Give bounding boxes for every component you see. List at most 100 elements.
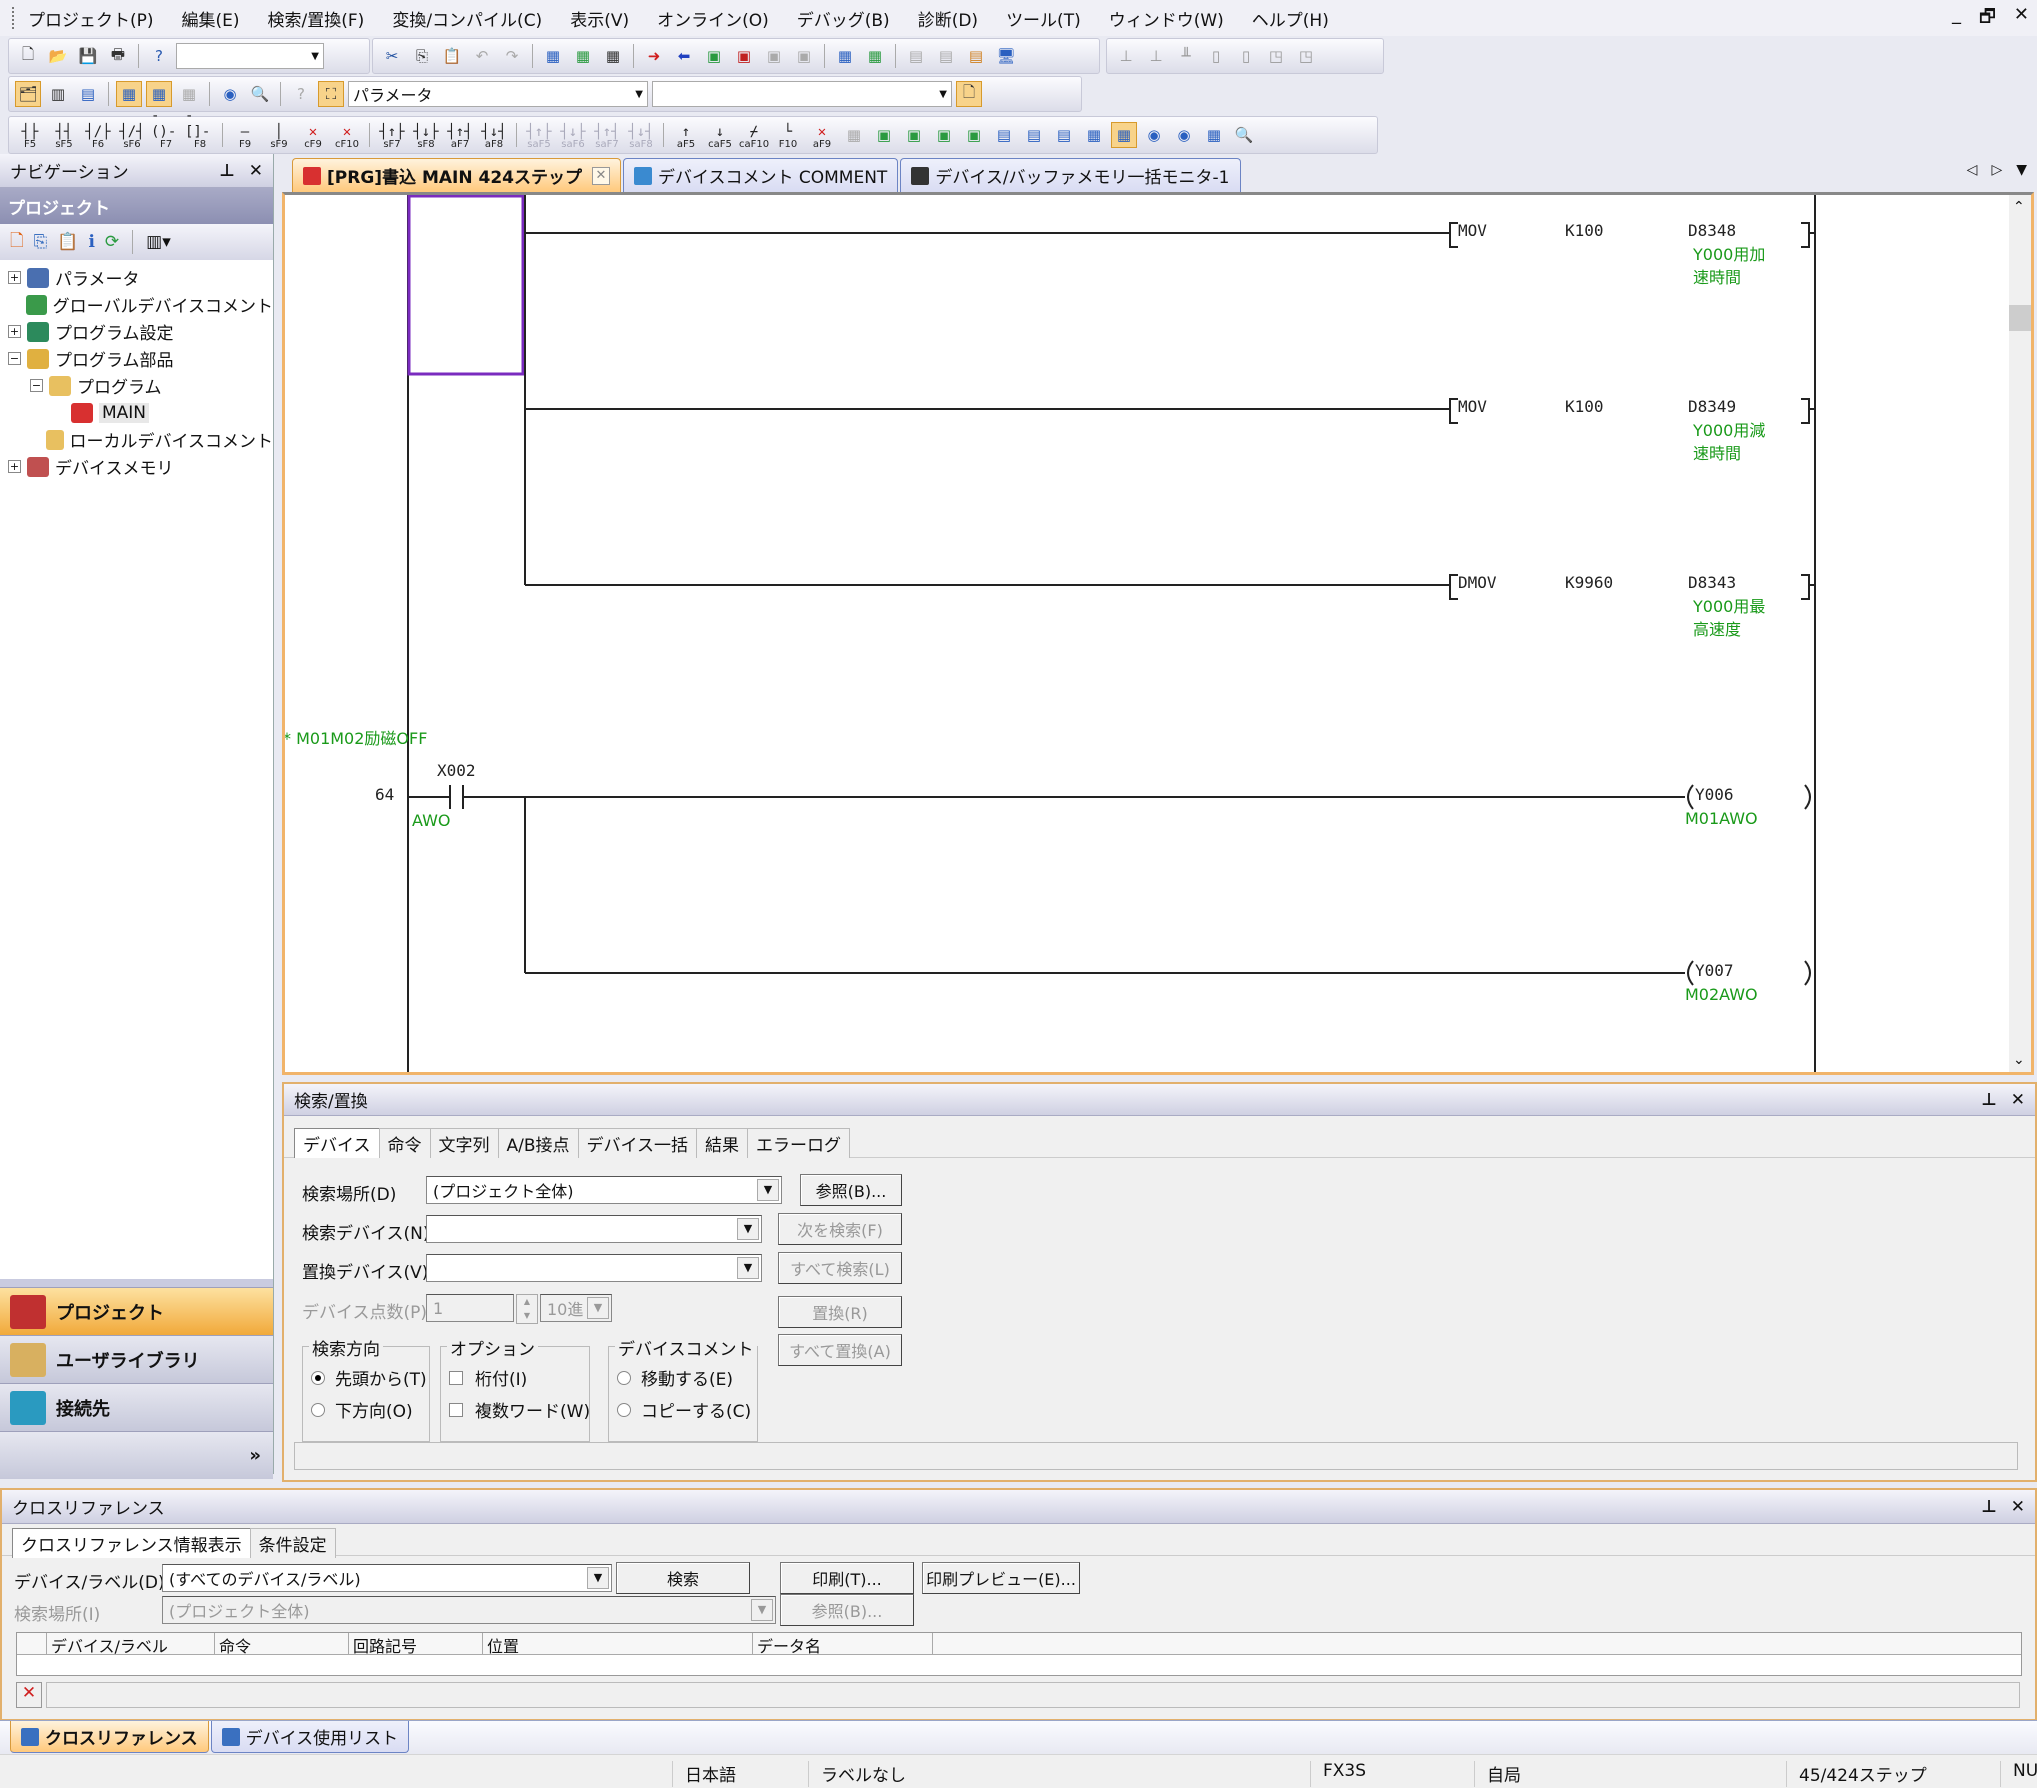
ladder-symbol-af7-button[interactable]: ┤↑┤ aF7 bbox=[445, 120, 475, 150]
write-to-plc-icon[interactable]: ➜ bbox=[641, 43, 667, 69]
ladder-tool-icon[interactable]: ▦ bbox=[1201, 122, 1227, 148]
save-icon[interactable]: 💾 bbox=[75, 43, 101, 69]
ladder-tool-icon[interactable]: ▣ bbox=[871, 122, 897, 148]
find-next-button[interactable]: 次を検索(F) bbox=[778, 1213, 902, 1245]
print-icon[interactable]: 🖶 bbox=[105, 43, 131, 69]
navigation-icon[interactable]: 🗂 bbox=[15, 81, 41, 107]
tree-item[interactable]: + デバイスメモリ bbox=[8, 453, 273, 480]
view-option-icon[interactable]: ▥▾ bbox=[146, 232, 171, 252]
ladder-symbol-cf9-button[interactable]: ✕ cF9 bbox=[298, 120, 328, 150]
paste-icon[interactable]: 📋 bbox=[439, 43, 465, 69]
cut-icon[interactable]: ✂ bbox=[379, 43, 405, 69]
expand-icon[interactable]: + bbox=[8, 271, 21, 284]
count-input[interactable]: 1 bbox=[426, 1294, 514, 1322]
ladder-symbol-sf7-button[interactable]: ┤↑├ sF7 bbox=[377, 120, 407, 150]
direction-down-radio[interactable]: 下方向(O) bbox=[311, 1397, 413, 1422]
tree-item[interactable]: − プログラム bbox=[8, 372, 273, 399]
close-icon[interactable]: ✕ bbox=[2011, 1497, 2025, 1517]
column-header[interactable]: 位置 bbox=[483, 1633, 753, 1656]
tree-item[interactable]: + パラメータ bbox=[8, 264, 273, 291]
xref-location-combo[interactable]: (プロジェクト全体) ▼ bbox=[162, 1596, 776, 1624]
collapse-icon[interactable]: − bbox=[8, 352, 21, 365]
collapse-icon[interactable]: − bbox=[30, 379, 43, 392]
ladder-tool-icon[interactable]: ▤ bbox=[1021, 122, 1047, 148]
menu-convert[interactable]: 変換/コンパイル(C) bbox=[392, 6, 542, 31]
search-tab[interactable]: エラーログ bbox=[747, 1128, 851, 1158]
replace-button[interactable]: 置換(R) bbox=[778, 1296, 902, 1328]
search-tab[interactable]: デバイス一括 bbox=[577, 1128, 698, 1158]
xref-device-combo[interactable]: (すべてのデバイス/ラベル) ▼ bbox=[162, 1564, 612, 1592]
digit-checkbox[interactable]: 桁付(I) bbox=[449, 1365, 527, 1390]
replace-all-button[interactable]: すべて置換(A) bbox=[778, 1334, 902, 1366]
comment-move-radio[interactable]: 移動する(E) bbox=[617, 1365, 733, 1390]
print-preview-button[interactable]: 印刷プレビュー(E)... bbox=[922, 1562, 1080, 1594]
ladder-symbol-f10-button[interactable]: └ F10 bbox=[773, 120, 803, 150]
dock-tab[interactable]: デバイス使用リスト bbox=[210, 1721, 410, 1753]
menu-diagnostics[interactable]: 診断(D) bbox=[918, 6, 978, 31]
copy-icon[interactable]: ⎘ bbox=[409, 43, 435, 69]
ladder-symbol-f6-button[interactable]: ┤/├ F6 bbox=[83, 120, 113, 150]
location-combo[interactable]: (プロジェクト全体) ▼ bbox=[426, 1176, 782, 1204]
ladder-tool-icon[interactable]: ◉ bbox=[1141, 122, 1167, 148]
ladder-tool-icon[interactable]: ▣ bbox=[961, 122, 987, 148]
copy-data-icon[interactable]: ⎘ bbox=[34, 232, 48, 252]
ladder-symbol-af9-button[interactable]: ✕ aF9 bbox=[807, 120, 837, 150]
scroll-down-icon[interactable]: ⌄ bbox=[2013, 1052, 2025, 1068]
verify-plc-icon[interactable]: ▣ bbox=[731, 43, 757, 69]
search-tab[interactable]: 命令 bbox=[378, 1128, 431, 1158]
ladder-tool-icon[interactable]: ▦ bbox=[841, 122, 867, 148]
menu-help[interactable]: ヘルプ(H) bbox=[1252, 6, 1329, 31]
more-buttons[interactable]: » bbox=[0, 1431, 273, 1479]
search-tab[interactable]: A/B接点 bbox=[497, 1128, 579, 1158]
document-tab[interactable]: [PRG]書込 MAIN 424ステップ ✕ bbox=[292, 158, 621, 192]
column-header[interactable]: データ名 bbox=[753, 1633, 933, 1656]
toolbar-grip[interactable] bbox=[12, 7, 16, 29]
device-batch-icon[interactable]: ▦ bbox=[832, 43, 858, 69]
comment-copy-radio[interactable]: コピーする(C) bbox=[617, 1397, 751, 1422]
tab-prev-icon[interactable]: ◁ bbox=[1967, 162, 1978, 178]
count-spinner[interactable]: ▲ ▼ bbox=[516, 1294, 538, 1324]
pin-icon[interactable]: ⊥ bbox=[1981, 1090, 1997, 1110]
nav-button[interactable]: プロジェクト bbox=[0, 1287, 273, 1335]
output-icon[interactable]: ▤ bbox=[75, 81, 101, 107]
ladder-symbol-f8-button[interactable]: -[]- F8 bbox=[185, 108, 215, 150]
redo-icon[interactable]: ↷ bbox=[499, 43, 525, 69]
instruction-search-icon[interactable]: ▦ bbox=[570, 43, 596, 69]
target-combo[interactable]: ▼ bbox=[652, 81, 952, 107]
ladder-tool-icon[interactable]: ▤ bbox=[991, 122, 1017, 148]
column-header[interactable]: 回路記号 bbox=[349, 1633, 483, 1656]
search-tab[interactable]: 結果 bbox=[696, 1128, 749, 1158]
search-tab[interactable]: デバイス bbox=[294, 1128, 380, 1158]
menu-edit[interactable]: 編集(E) bbox=[182, 6, 240, 31]
menu-find-replace[interactable]: 検索/置換(F) bbox=[268, 6, 365, 31]
ladder-symbol-caf5-button[interactable]: ↓ caF5 bbox=[705, 120, 735, 150]
ladder-symbol-af8-button[interactable]: ┤↓┤ aF8 bbox=[479, 120, 509, 150]
pin-icon[interactable]: ⊥ bbox=[219, 161, 235, 181]
menu-tool[interactable]: ツール(T) bbox=[1006, 6, 1081, 31]
scroll-thumb[interactable] bbox=[2009, 305, 2031, 331]
contact-search-icon[interactable]: ▦ bbox=[600, 43, 626, 69]
ladder-symbol-saf8-button[interactable]: ┤↓┤ saF8 bbox=[626, 120, 656, 150]
close-icon[interactable]: ✕ bbox=[2011, 1090, 2025, 1110]
monitor-icon[interactable]: ▤ bbox=[903, 43, 929, 69]
device-search-icon[interactable]: ▦ bbox=[540, 43, 566, 69]
device-list2-icon[interactable]: ▦ bbox=[176, 81, 202, 107]
zoom-out-icon[interactable]: ▯ bbox=[1203, 43, 1229, 69]
ladder-symbol-caf10-button[interactable]: ⌿ caF10 bbox=[739, 120, 769, 150]
insert-row-icon[interactable]: ⊥ bbox=[1113, 43, 1139, 69]
menu-project[interactable]: プロジェクト(P) bbox=[28, 6, 154, 31]
replace-device-combo[interactable]: ▼ bbox=[426, 1254, 762, 1282]
expand-icon[interactable]: + bbox=[8, 460, 21, 473]
ladder-tool-icon[interactable]: ▣ bbox=[931, 122, 957, 148]
xref-search-button[interactable]: 検索 bbox=[616, 1562, 750, 1594]
close-tab-icon[interactable]: ✕ bbox=[592, 166, 610, 185]
delete-row-icon[interactable]: ⊥ bbox=[1143, 43, 1169, 69]
search-tab[interactable]: 文字列 bbox=[429, 1128, 499, 1158]
tree-item[interactable]: グローバルデバイスコメント bbox=[8, 291, 273, 318]
help-disabled-icon[interactable]: ? bbox=[288, 81, 314, 107]
direction-from-top-radio[interactable]: 先頭から(T) bbox=[311, 1365, 427, 1390]
connection-icon[interactable]: 🖥 bbox=[993, 43, 1019, 69]
ladder-comment-icon[interactable]: ◳ bbox=[1263, 43, 1289, 69]
ladder-tool-icon[interactable]: ▤ bbox=[1051, 122, 1077, 148]
monitor-stop-icon[interactable]: ▤ bbox=[933, 43, 959, 69]
